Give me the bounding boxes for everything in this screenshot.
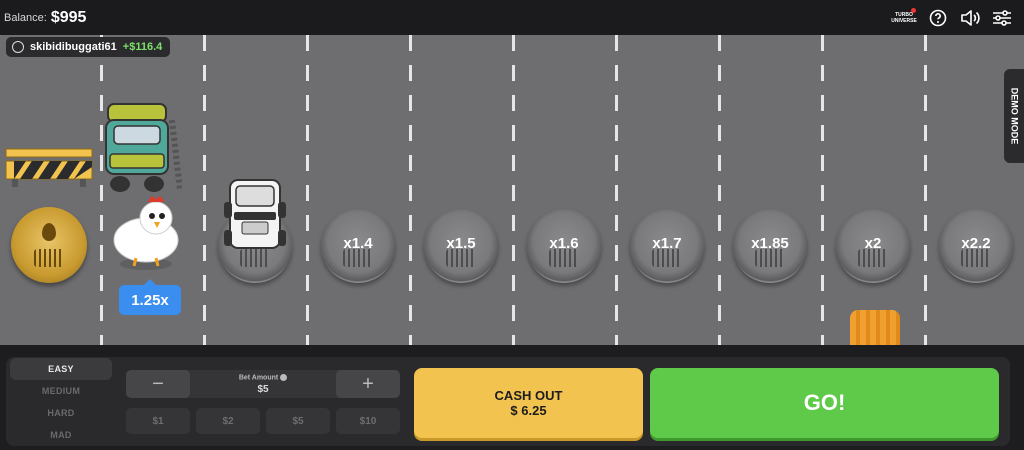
balance-label: Balance:: [4, 11, 47, 24]
player-winnings: +$116.4: [122, 41, 163, 53]
quick-bet-chip[interactable]: $2: [196, 408, 260, 434]
egg-icon: [42, 223, 56, 241]
manhole-lane-2[interactable]: x1.5: [424, 209, 498, 283]
difficulty-selector: EASY MEDIUM HARD MAD: [10, 358, 112, 446]
start-manhole-gold: [11, 207, 87, 283]
lane-multiplier: x2: [864, 234, 882, 252]
difficulty-mad[interactable]: MAD: [10, 424, 112, 446]
bet-increase-button[interactable]: +: [336, 370, 400, 398]
current-multiplier-badge: 1.25x: [119, 279, 181, 315]
lane-divider: [512, 35, 515, 345]
demo-mode-label: DEMO MODE: [1009, 87, 1020, 145]
manhole-lane-4[interactable]: x1.7: [630, 209, 704, 283]
lane-divider: [924, 35, 927, 345]
top-right-controls: TURBO UNIVERSE: [891, 7, 1012, 28]
player-chip: skibidibuggati61 +$116.4: [6, 37, 171, 57]
manhole-lane-6[interactable]: x2: [836, 209, 910, 283]
quick-bet-chip[interactable]: $5: [266, 408, 330, 434]
demo-mode-tab[interactable]: DEMO MODE: [1004, 69, 1024, 163]
lane-divider: [718, 35, 721, 345]
lane-multiplier: x1.7: [652, 234, 682, 252]
help-icon[interactable]: [928, 8, 948, 28]
lane-divider: [615, 35, 618, 345]
go-button[interactable]: GO!: [650, 368, 999, 438]
user-icon: [12, 41, 24, 53]
quick-bet-chip[interactable]: $10: [336, 408, 400, 434]
lane-divider: [306, 35, 309, 345]
manhole-lane-1[interactable]: x1.4: [321, 209, 395, 283]
barrier-icon: [5, 148, 93, 187]
difficulty-medium[interactable]: MEDIUM: [10, 380, 112, 402]
tuk-tuk-vehicle-icon: [105, 103, 182, 192]
game-app: Balance: $995 TURBO UNIVERSE skibidibugg…: [0, 0, 1024, 450]
lane-divider: [203, 35, 206, 345]
turbo-universe-logo: TURBO UNIVERSE: [891, 7, 917, 28]
top-bar: Balance: $995 TURBO UNIVERSE: [0, 0, 1024, 35]
coin-stack-icon: [850, 310, 900, 345]
lane-multiplier: x1.6: [549, 234, 579, 252]
jeep-vehicle-icon: [224, 179, 286, 249]
lane-multiplier: x1.85: [751, 234, 789, 252]
info-icon: [280, 374, 288, 381]
difficulty-easy[interactable]: EASY: [10, 358, 112, 380]
lane-multiplier: x1.5: [446, 234, 476, 252]
cash-out-label: CASH OUT: [494, 388, 563, 403]
lane-multiplier: x2.2: [961, 234, 991, 252]
bet-amount-stepper: − Bet Amount $5 +: [126, 370, 400, 398]
manhole-lane-3[interactable]: x1.6: [527, 209, 601, 283]
player-username: skibidibuggati61: [30, 41, 117, 53]
cash-out-button[interactable]: CASH OUT $ 6.25: [414, 368, 643, 438]
balance-value: $995: [50, 8, 87, 26]
quick-bet-chip[interactable]: $1: [126, 408, 190, 434]
lane-divider: [821, 35, 824, 345]
settings-sliders-icon[interactable]: [992, 8, 1012, 28]
manhole-lane-5[interactable]: x1.85: [733, 209, 807, 283]
lane-divider: [409, 35, 412, 345]
cash-out-amount: $ 6.25: [510, 403, 547, 418]
difficulty-hard[interactable]: HARD: [10, 402, 112, 424]
lane-multiplier: x1.4: [343, 234, 373, 252]
sound-icon[interactable]: [960, 8, 980, 28]
manhole-lane-7[interactable]: x2.2: [939, 209, 1013, 283]
go-label: GO!: [803, 390, 846, 415]
chicken-character-icon: [113, 196, 179, 270]
